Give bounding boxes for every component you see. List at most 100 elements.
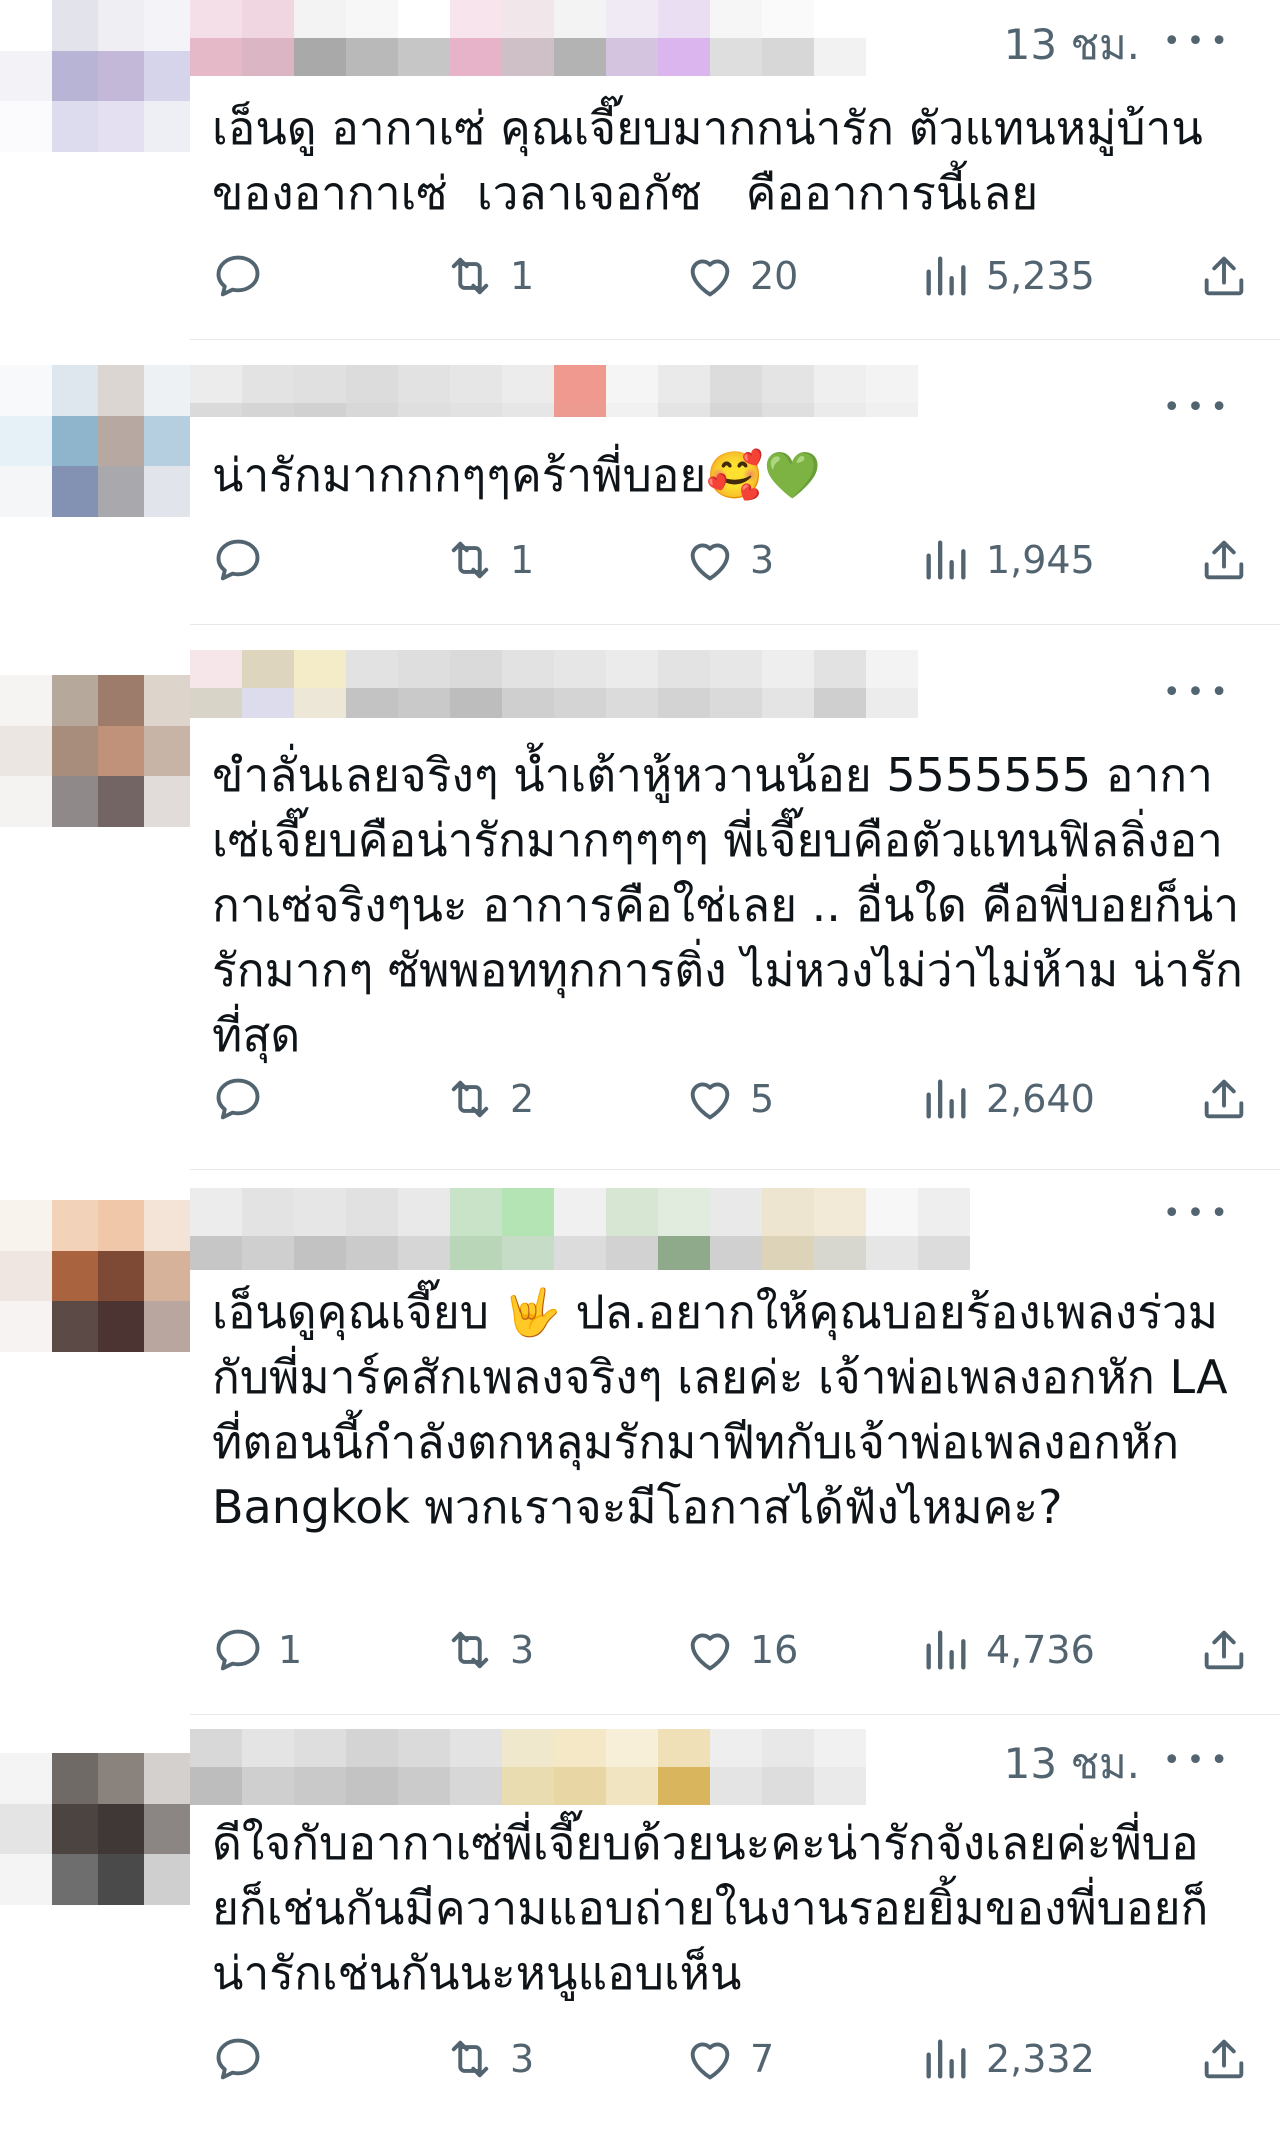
retweet-button[interactable]: 2 — [444, 1069, 534, 1129]
reply-text: ขำลั่นเลยจริงๆ น้ำเต้าหู้หวานน้อย 555555… — [212, 748, 1243, 1062]
action-bar: 1 20 5,235 — [212, 246, 1250, 306]
reply-icon — [216, 1078, 260, 1120]
share-button[interactable] — [1198, 1620, 1250, 1680]
timestamp[interactable]: 13 ชม. — [1004, 12, 1140, 78]
reply-icon — [216, 2038, 260, 2080]
views-button[interactable]: 4,736 — [920, 1620, 1095, 1680]
more-icon[interactable]: ••• — [1163, 1196, 1234, 1231]
reply-button[interactable]: 1 — [212, 1620, 302, 1680]
share-icon — [1204, 2039, 1244, 2079]
reply-icon — [216, 539, 260, 581]
heart-icon — [690, 2042, 730, 2080]
blurred-username[interactable] — [190, 0, 866, 76]
reply-text: เอ็นดู อากาเซ่ คุณเจี๊ยบมากกน่ารัก ตัวแท… — [212, 101, 1203, 220]
like-button[interactable]: 16 — [684, 1620, 798, 1680]
retweet-count: 1 — [510, 254, 535, 298]
like-button[interactable]: 3 — [684, 530, 774, 590]
like-button[interactable]: 20 — [684, 246, 798, 306]
share-icon — [1204, 540, 1244, 580]
retweet-button[interactable]: 1 — [444, 530, 534, 590]
reply-button[interactable] — [212, 530, 278, 590]
avatar[interactable] — [52, 0, 190, 152]
reply-3[interactable]: ••• ขำลั่นเลยจริงๆ น้ำเต้าหู้หวานน้อย 55… — [0, 625, 1280, 1170]
views-icon — [926, 2039, 966, 2079]
avatar-blur-edge — [0, 365, 52, 517]
share-button[interactable] — [1198, 246, 1250, 306]
share-icon — [1204, 256, 1244, 296]
reply-button[interactable] — [212, 2029, 278, 2089]
views-icon — [926, 256, 966, 296]
reply-5[interactable]: 13 ชม. ••• ดีใจกับอากาเซ่พี่เจี๊ยบด้วยนะ… — [0, 1715, 1280, 2139]
more-icon[interactable]: ••• — [1163, 24, 1234, 59]
view-count: 4,736 — [986, 1628, 1095, 1672]
blurred-username[interactable] — [190, 1729, 866, 1805]
blurred-username[interactable] — [190, 365, 918, 417]
retweet-icon — [451, 257, 489, 295]
avatar[interactable] — [52, 1200, 190, 1352]
retweet-icon — [451, 1631, 489, 1669]
view-count: 5,235 — [986, 254, 1095, 298]
views-icon — [926, 540, 966, 580]
reply-2[interactable]: ••• น่ารักมากกกๆๆคร้าพี่บอย🥰💚 1 3 1,945 — [0, 340, 1280, 625]
timestamp[interactable]: 13 ชม. — [1004, 1731, 1140, 1797]
avatar[interactable] — [52, 675, 190, 827]
reply-text: ดีใจกับอากาเซ่พี่เจี๊ยบด้วยนะคะน่ารักจัง… — [212, 1816, 1209, 2000]
like-button[interactable]: 7 — [684, 2029, 774, 2089]
avatar[interactable] — [52, 1753, 190, 1905]
view-count: 2,640 — [986, 1077, 1095, 1121]
like-count: 5 — [750, 1077, 775, 1121]
reply-count: 1 — [278, 1628, 303, 1672]
reply-text: เอ็นดูคุณเจี๊ยบ 🤟 ปล.อยากให้คุณบอยร้องเพ… — [212, 1285, 1243, 1534]
views-button[interactable]: 5,235 — [920, 246, 1095, 306]
retweet-icon — [451, 541, 489, 579]
view-count: 1,945 — [986, 538, 1095, 582]
action-bar: 1 3 1,945 — [212, 530, 1250, 590]
heart-icon — [690, 1633, 730, 1671]
reply-icon — [216, 1629, 260, 1671]
avatar-blur-edge — [0, 1200, 52, 1352]
more-icon[interactable]: ••• — [1163, 390, 1234, 425]
retweet-icon — [451, 1080, 489, 1118]
avatar[interactable] — [52, 365, 190, 517]
retweet-count: 3 — [510, 1628, 535, 1672]
blurred-username[interactable] — [190, 650, 918, 718]
retweet-button[interactable]: 1 — [444, 246, 534, 306]
action-bar: 2 5 2,640 — [212, 1069, 1250, 1129]
retweet-icon — [451, 2040, 489, 2078]
like-button[interactable]: 5 — [684, 1069, 774, 1129]
share-icon — [1204, 1630, 1244, 1670]
more-icon[interactable]: ••• — [1163, 675, 1234, 710]
share-button[interactable] — [1198, 530, 1250, 590]
retweet-count: 2 — [510, 1077, 535, 1121]
share-icon — [1204, 1079, 1244, 1119]
retweet-button[interactable]: 3 — [444, 1620, 534, 1680]
reply-icon — [216, 255, 260, 297]
reply-text: น่ารักมากกกๆๆคร้าพี่บอย🥰💚 — [212, 448, 821, 502]
views-button[interactable]: 2,640 — [920, 1069, 1095, 1129]
reply-1[interactable]: 13 ชม. ••• เอ็นดู อากาเซ่ คุณเจี๊ยบมากกน… — [0, 0, 1280, 340]
reply-button[interactable] — [212, 246, 278, 306]
retweet-count: 1 — [510, 538, 535, 582]
reply-button[interactable] — [212, 1069, 278, 1129]
views-icon — [926, 1630, 966, 1670]
like-count: 3 — [750, 538, 775, 582]
views-button[interactable]: 1,945 — [920, 530, 1095, 590]
share-button[interactable] — [1198, 1069, 1250, 1129]
views-icon — [926, 1079, 966, 1119]
view-count: 2,332 — [986, 2037, 1095, 2081]
like-count: 16 — [750, 1628, 799, 1672]
retweet-button[interactable]: 3 — [444, 2029, 534, 2089]
blurred-username[interactable] — [190, 1188, 970, 1270]
avatar-blur-edge — [0, 0, 52, 152]
action-bar: 3 7 2,332 — [212, 2029, 1250, 2089]
views-button[interactable]: 2,332 — [920, 2029, 1095, 2089]
more-icon[interactable]: ••• — [1163, 1743, 1234, 1778]
reply-4[interactable]: ••• เอ็นดูคุณเจี๊ยบ 🤟 ปล.อยากให้คุณบอยร้… — [0, 1170, 1280, 1715]
heart-icon — [690, 1082, 730, 1120]
retweet-count: 3 — [510, 2037, 535, 2081]
share-button[interactable] — [1198, 2029, 1250, 2089]
action-bar: 1 3 16 4,736 — [212, 1620, 1250, 1680]
like-count: 7 — [750, 2037, 775, 2081]
like-count: 20 — [750, 254, 799, 298]
avatar-blur-edge — [0, 1753, 52, 1905]
